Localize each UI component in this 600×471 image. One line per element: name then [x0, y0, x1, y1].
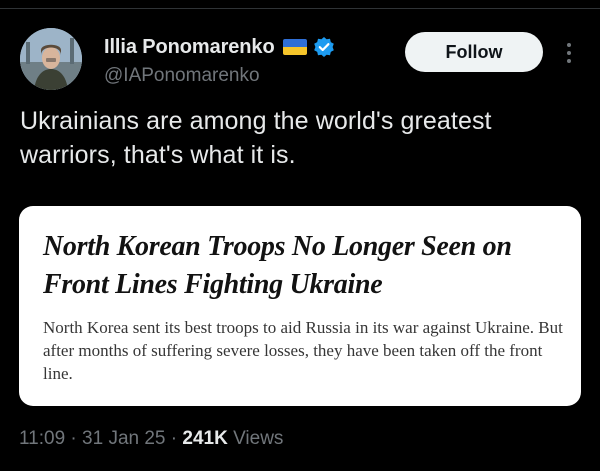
user-handle[interactable]: @IAPonomarenko [104, 65, 260, 87]
views-label: Views [233, 428, 284, 449]
more-vertical-icon[interactable] [560, 40, 578, 66]
article-card[interactable]: North Korean Troops No Longer Seen on Fr… [19, 206, 581, 406]
views-count[interactable]: 241K [182, 428, 227, 449]
tweet-header: Illia Ponomarenko @IAPonomarenko Follow [20, 26, 585, 92]
tweet-meta: 11:09 · 31 Jan 25 · 241K Views [19, 428, 283, 450]
display-name[interactable]: Illia Ponomarenko [104, 36, 275, 59]
tweet-time[interactable]: 11:09 [19, 428, 65, 449]
verified-badge-icon[interactable] [313, 36, 335, 58]
meta-separator: · [70, 428, 77, 449]
tweet-text: Ukrainians are among the world's greates… [20, 107, 492, 169]
follow-button[interactable]: Follow [405, 32, 543, 72]
top-divider [0, 0, 600, 9]
article-headline[interactable]: North Korean Troops No Longer Seen on Fr… [43, 228, 573, 304]
avatar[interactable] [20, 28, 82, 90]
name-row: Illia Ponomarenko [104, 34, 335, 60]
ukraine-flag-icon [282, 39, 307, 55]
meta-separator: · [170, 428, 178, 449]
article-summary: North Korea sent its best troops to aid … [43, 318, 563, 383]
tweet-date[interactable]: 31 Jan 25 [82, 428, 165, 449]
